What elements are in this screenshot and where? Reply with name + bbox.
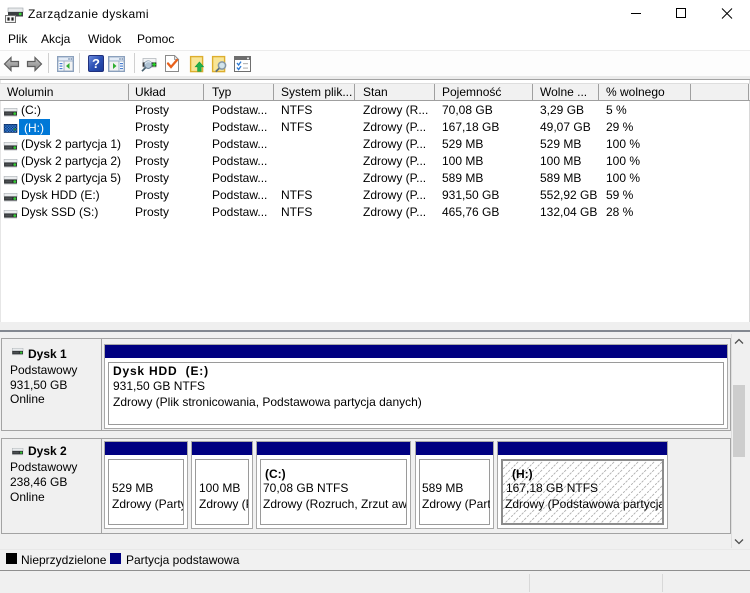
svg-text:?: ? <box>92 56 100 71</box>
